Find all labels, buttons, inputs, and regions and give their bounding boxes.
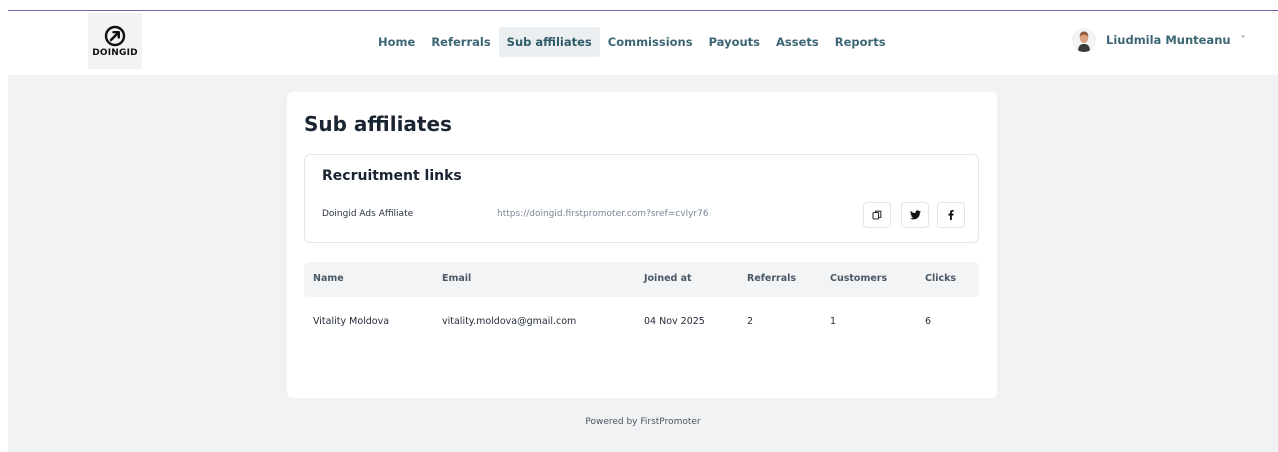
footer-powered-by[interactable]: Powered by FirstPromoter xyxy=(8,417,1278,427)
cell-clicks: 6 xyxy=(925,316,932,327)
column-header-name: Name xyxy=(313,273,344,284)
nav-reports[interactable]: Reports xyxy=(827,27,894,57)
cell-referrals: 2 xyxy=(747,316,754,327)
column-header-joined-at: Joined at xyxy=(644,273,692,284)
recruitment-link-name: Doingid Ads Affiliate xyxy=(322,209,414,219)
sub-affiliates-card: Sub affiliates Recruitment links Doingid… xyxy=(287,92,997,398)
column-header-customers: Customers xyxy=(830,273,888,284)
share-facebook-button[interactable] xyxy=(937,202,965,228)
top-navbar: DOINGID Home Referrals Sub affiliates Co… xyxy=(8,11,1278,75)
cell-joined-at: 04 Nov 2025 xyxy=(644,316,705,327)
table-row[interactable]: Vitality Moldova vitality.moldova@gmail.… xyxy=(304,297,979,349)
logo-arrow-icon xyxy=(104,25,126,46)
nav-sub-affiliates[interactable]: Sub affiliates xyxy=(498,27,600,57)
nav-commissions[interactable]: Commissions xyxy=(600,27,701,57)
main-nav: Home Referrals Sub affiliates Commission… xyxy=(370,27,894,57)
avatar xyxy=(1072,28,1096,52)
brand-logo[interactable]: DOINGID xyxy=(88,13,142,69)
app-frame: DOINGID Home Referrals Sub affiliates Co… xyxy=(8,10,1278,452)
user-name: Liudmila Munteanu xyxy=(1106,33,1231,47)
user-menu[interactable]: Liudmila Munteanu ˅ xyxy=(1072,25,1246,55)
copy-icon xyxy=(872,210,882,220)
nav-home[interactable]: Home xyxy=(370,27,423,57)
table-header: Name Email Joined at Referrals Customers… xyxy=(304,262,979,297)
twitter-icon xyxy=(909,210,921,220)
copy-link-button[interactable] xyxy=(863,202,891,228)
recruitment-link-url[interactable]: https://doingid.firstpromoter.com?sref=c… xyxy=(497,209,709,219)
nav-referrals[interactable]: Referrals xyxy=(423,27,498,57)
share-twitter-button[interactable] xyxy=(901,202,929,228)
nav-assets[interactable]: Assets xyxy=(768,27,827,57)
logo-text: DOINGID xyxy=(92,47,138,58)
nav-payouts[interactable]: Payouts xyxy=(701,27,768,57)
sub-affiliates-table: Name Email Joined at Referrals Customers… xyxy=(304,262,979,349)
cell-name: Vitality Moldova xyxy=(313,316,390,327)
recruitment-links-box: Recruitment links Doingid Ads Affiliate … xyxy=(304,154,979,243)
column-header-clicks: Clicks xyxy=(925,273,957,284)
cell-email: vitality.moldova@gmail.com xyxy=(442,316,577,327)
cell-customers: 1 xyxy=(830,316,837,327)
recruitment-links-title: Recruitment links xyxy=(322,168,462,184)
chevron-down-icon: ˅ xyxy=(1240,34,1246,46)
column-header-email: Email xyxy=(442,273,472,284)
page-title: Sub affiliates xyxy=(304,112,452,136)
column-header-referrals: Referrals xyxy=(747,273,797,284)
facebook-icon xyxy=(948,210,954,220)
